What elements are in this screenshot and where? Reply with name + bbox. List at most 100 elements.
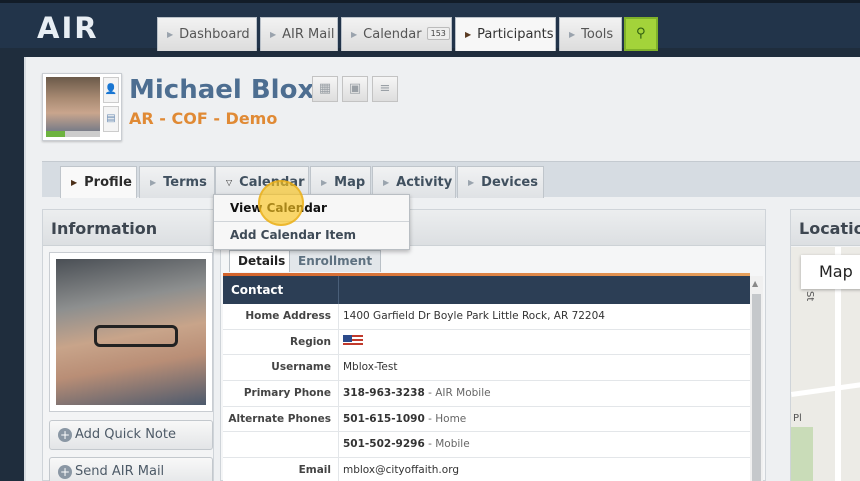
plus-icon: + (58, 465, 72, 479)
play-icon: ▶ (71, 178, 78, 187)
email-link[interactable]: mblox@cityoffaith.org (343, 458, 459, 481)
phone-number[interactable]: 318-963-3238 (343, 387, 425, 399)
table-row: 501-502-9296 - Mobile (223, 432, 750, 459)
row-label: Home Address (245, 310, 331, 322)
row-value: 318-963-3238 - AIR Mobile (343, 381, 491, 406)
click-indicator (258, 180, 304, 226)
row-value: 501-502-9296 - Mobile (343, 432, 470, 457)
search-button[interactable]: ⚲ (624, 17, 658, 51)
tab-label: Terms (163, 175, 207, 190)
card-title: Information (51, 219, 158, 238)
play-icon: ▶ (167, 30, 174, 39)
plus-icon: + (58, 428, 72, 442)
nav-tab-label: Participants (477, 27, 554, 42)
phone-number[interactable]: 501-502-9296 (343, 438, 425, 450)
menu-item-view-calendar[interactable]: View Calendar (214, 195, 409, 222)
map-park (791, 427, 813, 481)
calendar-count-badge: 153 (426, 27, 450, 40)
nav-tab-tools[interactable]: ▶ Tools (559, 17, 622, 51)
row-label: Primary Phone (243, 387, 331, 400)
phone-type: - Home (424, 412, 467, 425)
location-map[interactable]: Map St Pl (791, 247, 860, 481)
nav-tab-participants[interactable]: ▶ Participants (455, 17, 556, 51)
play-icon: ▶ (321, 178, 328, 187)
status-bar (46, 131, 100, 137)
tab-label: Profile (84, 175, 132, 190)
menu-icon[interactable]: ≡ (372, 76, 398, 102)
document-icon[interactable]: ▤ (103, 106, 119, 132)
avatar[interactable] (46, 77, 100, 137)
phone-type: - AIR Mobile (424, 387, 491, 400)
tab-profile[interactable]: ▶ Profile (60, 166, 137, 198)
us-flag-icon (343, 334, 363, 347)
user-icon[interactable]: 👤 (103, 77, 119, 103)
row-value: Mblox-Test (343, 361, 398, 374)
search-icon: ⚲ (636, 26, 646, 41)
play-icon: ▶ (383, 178, 390, 187)
table-row: Home Address 1400 Garfield Dr Boyle Park… (223, 304, 750, 330)
row-value: 1400 Garfield Dr Boyle Park Little Rock,… (343, 310, 605, 322)
nav-tab-air-mail[interactable]: ▶ AIR Mail (260, 17, 338, 51)
nav-tab-label: Dashboard (179, 27, 250, 42)
photo-image (56, 259, 206, 405)
send-air-mail-button[interactable]: + Send AIR Mail (49, 457, 213, 481)
calendar-add-icon[interactable]: ▣ (342, 76, 368, 102)
play-icon: ▶ (569, 30, 576, 39)
button-label: Add Quick Note (75, 427, 176, 442)
tab-label: Activity (396, 175, 453, 190)
map-street-label: St (804, 291, 815, 302)
nav-tab-dashboard[interactable]: ▶ Dashboard (157, 17, 257, 51)
row-label: Email (298, 464, 331, 477)
table-row: Region (223, 329, 750, 356)
play-icon: ▶ (150, 178, 157, 187)
play-icon: ▶ (351, 30, 358, 39)
region-value (343, 330, 363, 355)
row-label: Username (271, 361, 331, 374)
phone-type: - Mobile (424, 438, 470, 451)
nav-tab-label: AIR Mail (282, 27, 335, 42)
menu-item-add-calendar-item[interactable]: Add Calendar Item (214, 222, 409, 249)
row-value: 501-615-1090 - Home (343, 407, 466, 432)
map-street-label: Pl (793, 413, 802, 424)
nav-tab-label: Tools (581, 27, 614, 42)
scrollbar-thumb[interactable] (752, 294, 761, 481)
air-logo[interactable]: AIR (37, 11, 99, 45)
row-label: Region (289, 335, 331, 348)
tab-label: Devices (481, 175, 538, 190)
chevron-down-icon: ▽ (226, 178, 233, 187)
scrollbar[interactable]: ▲ (750, 276, 763, 481)
nav-tab-calendar[interactable]: ▶ Calendar 153 (341, 17, 452, 51)
play-icon: ▶ (468, 178, 475, 187)
map-road (791, 382, 860, 397)
participant-photo[interactable] (49, 252, 213, 412)
subtab-enrollment[interactable]: Enrollment (289, 250, 382, 272)
table-row: Alternate Phones 501-615-1090 - Home (223, 406, 750, 433)
button-label: Send AIR Mail (75, 464, 165, 479)
information-card: Information + Add Quick Note + Send AIR Ma… (42, 209, 214, 481)
location-card: Location Map St Pl (790, 209, 860, 481)
table-row: Email mblox@cityoffaith.org (223, 458, 750, 481)
profile-tabs-bar: ▶Profile ▶Terms ▽Calendar ▶Map ▶Activity… (42, 161, 860, 198)
add-quick-note-button[interactable]: + Add Quick Note (49, 420, 213, 450)
map-type-button[interactable]: Map (801, 255, 860, 289)
phone-number[interactable]: 501-615-1090 (343, 413, 425, 425)
table-row: Primary Phone 318-963-3238 - AIR Mobile (223, 381, 750, 407)
photo-detail (94, 325, 178, 347)
subtab-details[interactable]: Details (229, 250, 295, 272)
scroll-up-icon[interactable]: ▲ (752, 279, 758, 288)
main-panel: 👤 ▤ Michael Blox AR - COF - Demo ▦ ▣ ≡ ▶… (24, 57, 860, 481)
top-nav-bar: AIR ▶ Dashboard ▶ AIR Mail ▶ Calendar 153 ▶ P… (0, 0, 860, 51)
participant-avatar-box: 👤 ▤ (42, 73, 122, 141)
row-label: Alternate Phones (228, 412, 331, 425)
participant-subtitle: AR - COF - Demo (129, 109, 278, 128)
section-header: Contact (223, 276, 750, 304)
play-icon: ▶ (465, 30, 472, 39)
calendar-dropdown-menu: View Calendar Add Calendar Item (213, 194, 410, 250)
tab-label: Map (334, 175, 366, 190)
card-title: Location (799, 219, 860, 238)
play-icon: ▶ (270, 30, 277, 39)
table-row: Username Mblox-Test (223, 355, 750, 382)
calculator-icon[interactable]: ▦ (312, 76, 338, 102)
tab-terms[interactable]: ▶ Terms (139, 166, 215, 198)
tab-devices[interactable]: ▶ Devices (457, 166, 544, 198)
